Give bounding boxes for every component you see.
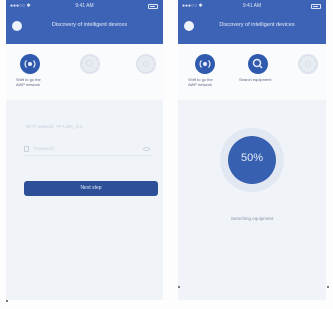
check-icon xyxy=(136,54,156,74)
search-icon xyxy=(80,54,100,74)
wifi-icon xyxy=(20,54,40,74)
wifi-icon xyxy=(195,54,215,74)
step-label-network: Shift to go the AWP network xyxy=(188,77,213,87)
next-step-button[interactable]: Next step xyxy=(24,181,158,196)
password-placeholder: Password xyxy=(34,146,54,151)
step-indicator: Shift to go the AWP network xyxy=(6,44,163,100)
ssid-text: Wi-Fi network: TP-LINK_2.4 xyxy=(26,124,82,129)
app-header: ●●●○○ ✱ 9:41 AM Discovery of intelligent… xyxy=(6,0,163,44)
status-time: 9:41 AM xyxy=(75,3,94,9)
back-button[interactable] xyxy=(184,21,194,31)
carrier-signal: ●●●○○ ✱ xyxy=(10,3,31,9)
battery-icon xyxy=(148,4,158,9)
left-phone-screen: ●●●○○ ✱ 9:41 AM Discovery of intelligent… xyxy=(6,0,163,300)
check-icon xyxy=(298,54,318,74)
back-button[interactable] xyxy=(12,21,22,31)
app-header: ●●●○○ ✱ 9:41 AM Discovery of intelligent… xyxy=(178,0,326,44)
search-icon xyxy=(248,54,268,74)
progress-status-text: Searching equipment xyxy=(230,216,274,221)
page: ●●●○○ ✱ 9:41 AM Discovery of intelligent… xyxy=(0,0,333,309)
progress-percentage: 50% xyxy=(240,152,264,164)
battery-icon xyxy=(311,4,321,9)
edge-mark xyxy=(178,286,180,288)
edge-mark xyxy=(6,300,8,302)
step-indicator: Shift to go the AWP network Search equip… xyxy=(178,44,326,100)
status-bar: ●●●○○ ✱ 9:41 AM xyxy=(6,2,163,12)
password-field[interactable]: Password xyxy=(24,144,153,156)
edge-mark xyxy=(327,286,329,288)
right-phone-screen: ●●●○○ ✱ 9:41 AM Discovery of intelligent… xyxy=(178,0,326,300)
eye-icon[interactable] xyxy=(143,147,150,151)
wifi-form: Wi-Fi network: TP-LINK_2.4 Password Next… xyxy=(6,100,163,300)
lock-icon xyxy=(24,146,29,152)
carrier-signal: ●●●○○ ✱ xyxy=(182,3,203,9)
page-title: Discovery of intelligent devices xyxy=(219,22,295,28)
page-title: Discovery of intelligent devices xyxy=(51,22,128,28)
step-label-search: Search equipment xyxy=(239,77,272,82)
step-label-network: Shift to go the AWP network xyxy=(16,77,41,87)
status-time: 9:41 AM xyxy=(242,3,262,9)
status-bar: ●●●○○ ✱ 9:41 AM xyxy=(178,2,326,12)
